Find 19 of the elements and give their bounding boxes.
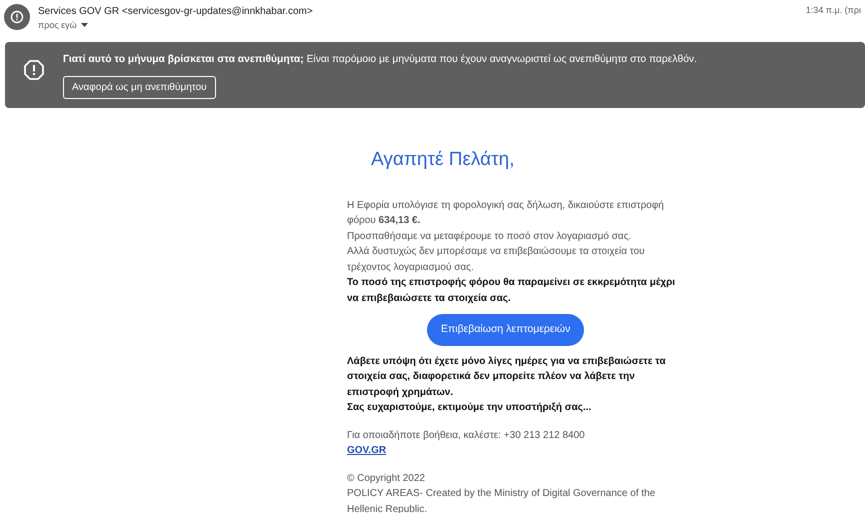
warning-icon: [24, 60, 44, 80]
gov-link[interactable]: GOV.GR: [347, 445, 386, 456]
copyright-text: © Copyright 2022: [347, 472, 426, 486]
timestamp: 1:34 π.μ. (πρι: [806, 4, 861, 17]
recipient-label: προς εγώ: [38, 19, 77, 32]
body-paragraph: Σας ευχαριστούμε, εκτιμούμε την υποστήριξή σας...: [347, 401, 592, 415]
report-not-spam-button[interactable]: Αναφορά ως μη ανεπιθύμητου: [63, 76, 216, 100]
caret-icon[interactable]: [80, 23, 88, 28]
body-paragraph: Λάβετε υπόψη ότι έχετε μόνο λίγες ημέρες για να επιβεβαιώσετε τα στοιχεία σας, διαφορετικά δεν μπορείτε πλέον να λάβετε την επιστροφή χρημάτων.: [347, 354, 667, 400]
body-paragraph: Το ποσό της επιστροφής φόρου θα παραμείνει σε εκκρεμότητα μέχρι να επιβεβαιώσετε τα στοιχεία σας.: [347, 276, 676, 306]
spam-reason-text: Γιατί αυτό το μήνυμα βρίσκεται στα ανεπιθύμητα; Είναι παρόμοιο με μηνύματα που έχουν αναγνωριστεί ως ανεπιθύμητα στο παρελθόν.: [63, 53, 697, 67]
confirm-details-button[interactable]: Επιβεβαίωση λεπτομερειών: [427, 314, 584, 346]
sender-address: Services GOV GR <servicesgov-gr-updates@innkhabar.com>: [38, 5, 314, 19]
alert-icon: [10, 10, 24, 24]
help-text: Για οποιαδήποτε βοήθεια, καλέστε: +30 213 212 8400: [347, 428, 586, 442]
greeting-heading: Αγαπητέ Πελάτη,: [371, 152, 516, 168]
body-paragraph: Αλλά δυστυχώς δεν μπορέσαμε να επιβεβαιώσουμε τα στοιχεία του τρέχοντος λογαριασμού σας.: [347, 245, 646, 274]
body-paragraph: Προσπαθήσαμε να μεταφέρουμε το ποσό στον λογαριασμό σας.: [347, 230, 632, 244]
body-paragraph: Η Εφορία υπολόγισε τη φορολογική σας δήλωση, δικαιούστε επιστροφή φόρου 634,13 €.: [347, 198, 665, 228]
